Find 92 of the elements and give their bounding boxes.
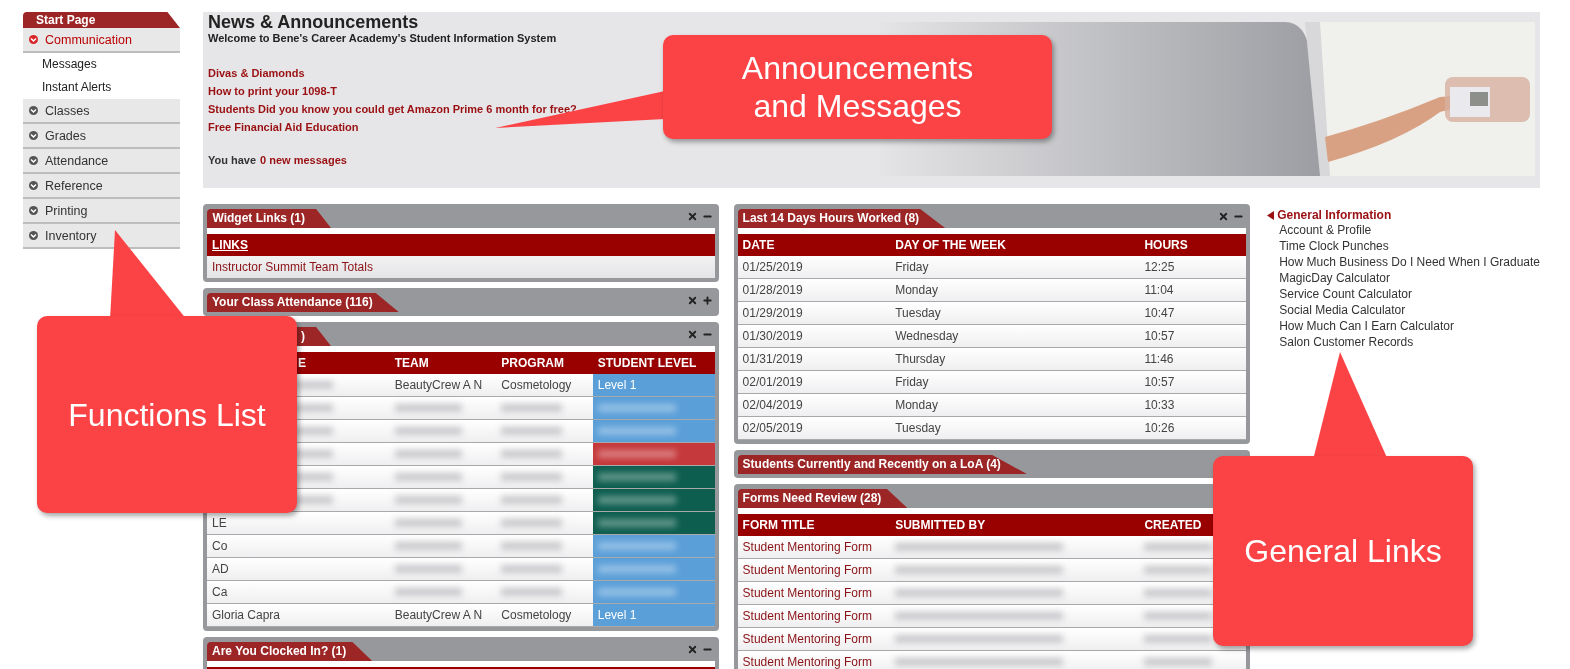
table-cell: 10:57 — [1139, 324, 1247, 348]
table-cell: 01/25/2019 — [737, 256, 891, 279]
table-cell: BeautyCrew A N — [389, 603, 497, 627]
news-title: News & Announcements — [208, 12, 420, 32]
table-cell: Wednesday — [890, 324, 1140, 348]
close-icon[interactable] — [686, 328, 698, 340]
table-cell: 11:46 — [1139, 347, 1247, 371]
table-cell: AD — [207, 557, 390, 581]
table-cell: 02/01/2019 — [737, 370, 891, 394]
general-link[interactable]: Time Clock Punches — [1267, 238, 1540, 254]
table-cell: BeautyCrew A N — [389, 374, 497, 397]
widget-title[interactable]: Students Currently and Recently on a LoA (4) — [737, 455, 1027, 474]
table-cell: Tuesday — [890, 301, 1140, 325]
close-icon[interactable] — [686, 210, 698, 222]
expand-icon[interactable] — [701, 294, 713, 306]
general-link[interactable]: How Much Can I Earn Calculator — [1267, 318, 1540, 334]
table-cell: 10:26 — [1139, 416, 1247, 440]
close-icon[interactable] — [686, 294, 698, 306]
widget-title[interactable]: Your Class Attendance (116) — [207, 293, 399, 312]
chevron-icon — [29, 181, 38, 190]
general-link[interactable]: How Much Business Do I Need When I Graduate — [1267, 254, 1540, 270]
annotation-tooltip: General Links — [1213, 456, 1473, 646]
table-cell: Monday — [890, 393, 1140, 417]
level-cell: Level 1 — [592, 374, 715, 397]
widget-title[interactable]: Forms Need Review (28) — [737, 489, 908, 508]
table-cell: 01/30/2019 — [737, 324, 891, 348]
chevron-icon — [29, 206, 38, 215]
column-header: FORM TITLE — [737, 514, 891, 536]
table-cell: Monday — [890, 278, 1140, 302]
general-link[interactable]: Service Count Calculator — [1267, 286, 1540, 302]
close-icon[interactable] — [1218, 210, 1230, 222]
general-link[interactable]: Salon Customer Records — [1267, 334, 1540, 350]
chevron-icon — [29, 156, 38, 165]
chevron-icon — [29, 231, 38, 240]
table-cell: 01/29/2019 — [737, 301, 891, 325]
table-cell: Tuesday — [890, 416, 1140, 440]
table-cell: Cosmetology — [496, 603, 593, 627]
table-cell: 10:47 — [1139, 301, 1247, 325]
welcome-text: Welcome to Bene's Career Academy's Student Information System — [208, 32, 558, 44]
sidebar-item[interactable]: Grades — [23, 124, 180, 149]
sidebar-item[interactable]: Printing — [23, 199, 180, 224]
widget-title[interactable]: Last 14 Days Hours Worked (8) — [737, 209, 946, 228]
messages-text: You have — [208, 154, 257, 167]
column-header: SUBMITTED BY — [890, 514, 1140, 536]
close-icon[interactable] — [686, 643, 698, 655]
triangle-icon — [1267, 210, 1275, 220]
table-cell: 10:57 — [1139, 370, 1247, 394]
messages-link[interactable]: 0 new messages — [260, 154, 347, 167]
announcement-link[interactable]: Divas & Diamonds — [208, 64, 577, 82]
column-header: STUDENT LEVEL — [592, 352, 715, 374]
sidebar-item[interactable]: Communication — [23, 28, 180, 53]
table-cell: 01/31/2019 — [737, 347, 891, 371]
widget-link[interactable]: Instructor Summit Team Totals — [207, 256, 715, 278]
sidebar-item[interactable]: Reference — [23, 174, 180, 199]
announcement-link[interactable]: Students Did you know you could get Amazon Prime 6 month for free? — [208, 100, 577, 118]
level-cell: Level 1 — [592, 603, 715, 627]
table-cell: Cosmetology — [496, 374, 593, 397]
announcement-link[interactable]: How to print your 1098-T — [208, 82, 577, 100]
table-cell: 11:04 — [1139, 278, 1247, 302]
table-cell: Ca — [207, 580, 390, 604]
column-header: TEAM — [389, 352, 497, 374]
table-cell: 12:25 — [1139, 256, 1247, 279]
sidebar-item[interactable]: Inventory — [23, 224, 180, 249]
sidebar-item[interactable]: Attendance — [23, 149, 180, 174]
table-cell: 02/05/2019 — [737, 416, 891, 440]
chevron-icon — [29, 106, 38, 115]
general-link[interactable]: Account & Profile — [1267, 222, 1540, 238]
table-cell: Thursday — [890, 347, 1140, 371]
table-cell: Friday — [890, 370, 1140, 394]
column-header: HOURS — [1139, 234, 1247, 256]
annotation-tooltip: Functions List — [37, 316, 297, 513]
column-header: DATE — [737, 234, 891, 256]
table-cell: Gloria Capra — [207, 603, 390, 627]
chevron-icon — [29, 35, 38, 44]
column-header: DAY OF THE WEEK — [890, 234, 1140, 256]
table-cell: Friday — [890, 256, 1140, 279]
table-cell: 10:33 — [1139, 393, 1247, 417]
announcement-link[interactable]: Free Financial Aid Education — [208, 118, 577, 136]
chevron-icon — [29, 131, 38, 140]
column-header: PROGRAM — [496, 352, 593, 374]
table-cell: 02/04/2019 — [737, 393, 891, 417]
sidebar-header: Start Page — [23, 12, 180, 28]
links-heading[interactable]: LINKS — [207, 234, 715, 256]
general-link[interactable]: MagicDay Calculator — [1267, 270, 1540, 286]
table-cell: 01/28/2019 — [737, 278, 891, 302]
widget-title[interactable]: Widget Links (1) — [207, 209, 331, 228]
table-cell: Co — [207, 534, 390, 558]
general-info-heading[interactable]: General Information — [1267, 208, 1540, 222]
widget-title[interactable]: Are You Clocked In? (1) — [207, 642, 373, 661]
annotation-tooltip: Announcements and Messages — [663, 35, 1052, 139]
general-link[interactable]: Social Media Calculator — [1267, 302, 1540, 318]
sidebar-item[interactable]: Classes — [23, 99, 180, 124]
